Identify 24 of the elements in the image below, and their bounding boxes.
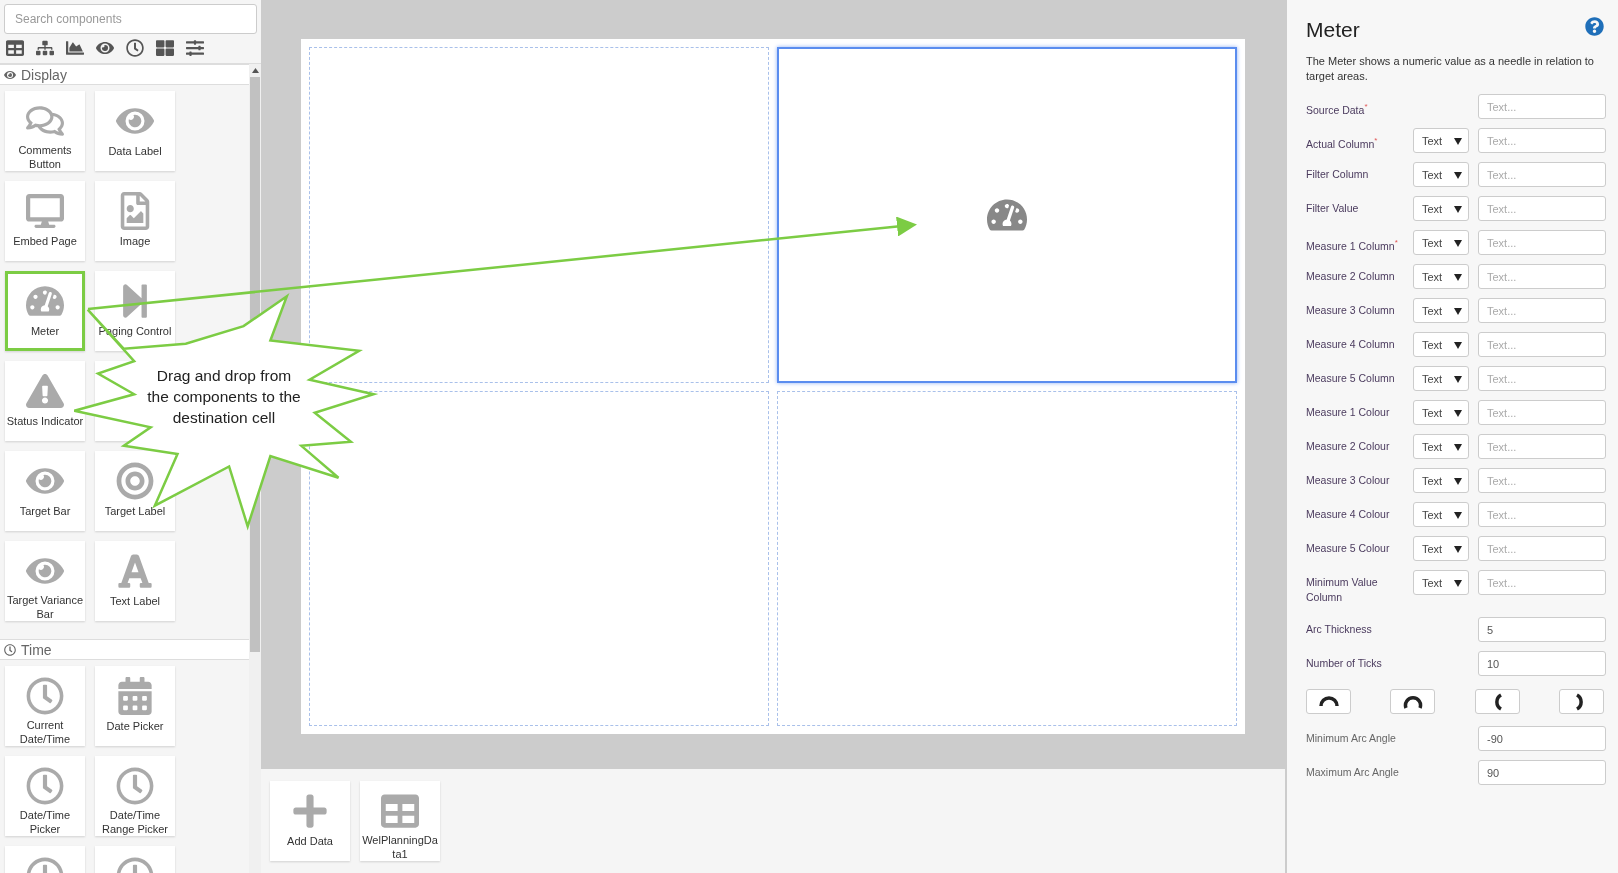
field-label: Measure 5 Colour [1306,541,1391,556]
field-label: Measure 5 Column [1306,371,1396,386]
section-title: Display [21,66,67,83]
field-label: Filter Value [1306,201,1360,216]
field-label: Actual Column$^{*}$ [1306,135,1379,152]
field-label: Minimum Arc Angle [1306,731,1397,746]
panel-title: Meter [1306,18,1360,42]
field-label: Source Data$^{*}$ [1306,101,1369,118]
field-label: Measure 3 Column [1306,303,1396,318]
field-label: Measure 2 Colour [1306,439,1391,454]
field-label: Measure 4 Column [1306,337,1396,352]
callout-text: Drag and drop from the components to the destination cell [146,366,302,428]
field-label: Measure 2 Column [1306,269,1396,284]
field-label: Maximum Arc Angle [1306,765,1400,780]
field-label: Arc Thickness [1306,622,1373,637]
field-label: Measure 1 Column$^{*}$ [1306,237,1399,254]
section-title: Time [21,641,52,658]
field-label: Filter Column [1306,167,1370,182]
field-label: Measure 4 Colour [1306,507,1391,522]
field-label: Minimum Value Column [1306,575,1379,605]
field-label: Number of Ticks [1306,656,1383,671]
description: The Meter shows a numeric value as a needle in relation to target areas. [1306,54,1595,84]
field-label: Measure 3 Colour [1306,473,1391,488]
field-label: Measure 1 Colour [1306,405,1391,420]
